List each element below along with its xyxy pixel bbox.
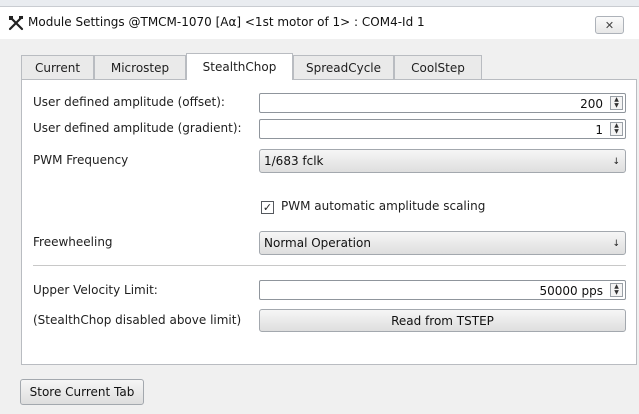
upper-velocity-label: Upper Velocity Limit: bbox=[33, 283, 158, 297]
tstep-note-label: (StealthChop disabled above limit) bbox=[33, 313, 242, 327]
amp-gradient-value: 1 bbox=[595, 123, 603, 137]
close-icon: ✕ bbox=[604, 18, 615, 32]
upper-velocity-stepper[interactable]: ▲ ▼ bbox=[610, 283, 623, 297]
upper-velocity-spinbox[interactable]: 50000 pps ▲ ▼ bbox=[259, 280, 626, 300]
spin-down-icon[interactable]: ▼ bbox=[611, 103, 622, 109]
spin-down-icon[interactable]: ▼ bbox=[611, 290, 622, 296]
upper-velocity-value: 50000 pps bbox=[539, 284, 603, 298]
spin-down-icon[interactable]: ▼ bbox=[611, 129, 622, 135]
amp-gradient-spinbox[interactable]: 1 ▲ ▼ bbox=[259, 119, 626, 139]
read-from-tstep-button[interactable]: Read from TSTEP bbox=[259, 309, 626, 332]
pwm-autoscale-label[interactable]: PWM automatic amplitude scaling bbox=[281, 199, 485, 213]
freewheeling-value: Normal Operation bbox=[264, 236, 371, 250]
freewheeling-label: Freewheeling bbox=[33, 235, 113, 249]
tab-microstep[interactable]: Microstep bbox=[94, 55, 186, 79]
pwm-frequency-combo[interactable]: 1/683 fclk ↓ bbox=[259, 149, 626, 173]
tab-current[interactable]: Current bbox=[21, 55, 94, 79]
dropdown-arrow-icon: ↓ bbox=[612, 157, 620, 167]
close-button[interactable]: ✕ bbox=[595, 16, 624, 34]
pwm-autoscale-checkbox[interactable]: ✓ bbox=[261, 201, 274, 214]
tab-coolstep[interactable]: CoolStep bbox=[394, 55, 482, 79]
wrench-screwdriver-icon bbox=[8, 15, 24, 31]
dropdown-arrow-icon: ↓ bbox=[612, 239, 620, 249]
tab-spreadcycle[interactable]: SpreadCycle bbox=[293, 55, 394, 79]
pwm-frequency-value: 1/683 fclk bbox=[264, 154, 324, 168]
pwm-frequency-label: PWM Frequency bbox=[33, 153, 129, 167]
amp-offset-label: User defined amplitude (offset): bbox=[33, 95, 225, 109]
amp-offset-value: 200 bbox=[580, 97, 603, 111]
amp-offset-spinbox[interactable]: 200 ▲ ▼ bbox=[259, 93, 626, 113]
window-title: Module Settings @TMCM-1070 [Aα] <1st mot… bbox=[28, 15, 425, 29]
amp-gradient-stepper[interactable]: ▲ ▼ bbox=[610, 122, 623, 136]
module-settings-window: Module Settings @TMCM-1070 [Aα] <1st mot… bbox=[0, 6, 639, 414]
tab-bar: Current Microstep StealthChop SpreadCycl… bbox=[0, 53, 639, 80]
amp-offset-stepper[interactable]: ▲ ▼ bbox=[610, 96, 623, 110]
freewheeling-combo[interactable]: Normal Operation ↓ bbox=[259, 231, 626, 255]
separator-line bbox=[33, 265, 626, 266]
tab-stealthchop[interactable]: StealthChop bbox=[186, 53, 293, 80]
amp-gradient-label: User defined amplitude (gradient): bbox=[33, 121, 242, 135]
store-current-tab-button[interactable]: Store Current Tab bbox=[20, 379, 144, 405]
title-bar: Module Settings @TMCM-1070 [Aα] <1st mot… bbox=[0, 7, 639, 39]
